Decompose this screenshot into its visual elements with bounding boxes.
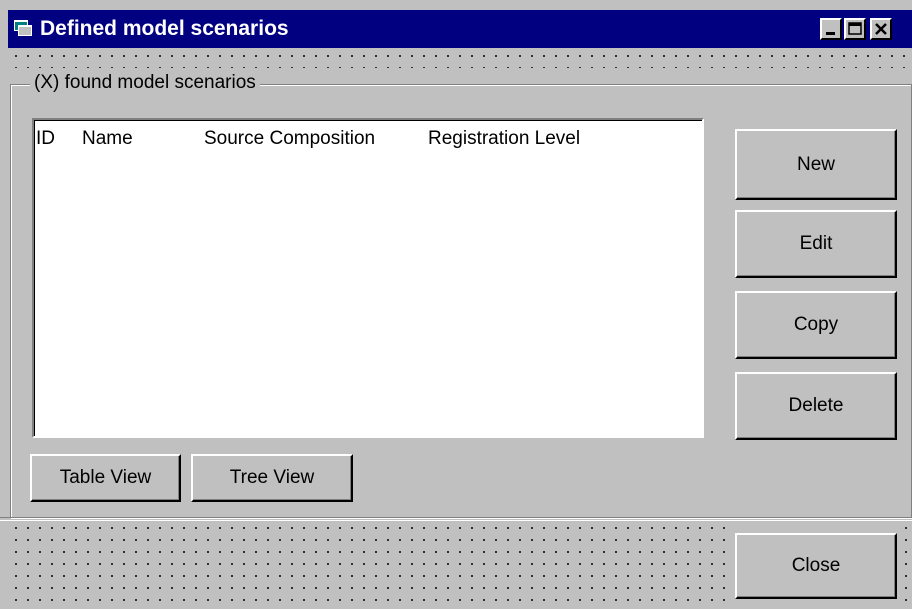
title-bar[interactable]: Defined model scenarios <box>8 10 912 48</box>
maximize-icon <box>848 22 862 35</box>
delete-button[interactable]: Delete <box>735 372 897 440</box>
window-title: Defined model scenarios <box>40 17 289 40</box>
column-header-source-composition[interactable]: Source Composition <box>204 127 375 151</box>
column-header-id[interactable]: ID <box>36 127 55 151</box>
close-window-button[interactable] <box>870 18 892 40</box>
tree-view-button[interactable]: Tree View <box>191 454 353 502</box>
column-header-registration-level[interactable]: Registration Level <box>428 127 580 151</box>
close-button[interactable]: Close <box>735 533 897 599</box>
minimize-icon <box>826 32 835 35</box>
window-app-icon <box>14 20 32 36</box>
table-view-button[interactable]: Table View <box>30 454 181 502</box>
main-window: Defined model scenarios (X) found model … <box>0 0 912 609</box>
new-button[interactable]: New <box>735 129 897 200</box>
edit-button[interactable]: Edit <box>735 210 897 278</box>
design-grid-bottom-right <box>898 520 912 609</box>
separator <box>0 517 912 521</box>
copy-button[interactable]: Copy <box>735 291 897 359</box>
frame-label: (X) found model scenarios <box>30 70 260 96</box>
maximize-button[interactable] <box>844 18 866 40</box>
design-grid-bottom <box>8 520 728 609</box>
design-grid-top <box>8 48 912 68</box>
minimize-button[interactable] <box>820 18 842 40</box>
scenarios-list[interactable]: ID Name Source Composition Registration … <box>32 118 704 438</box>
column-header-name[interactable]: Name <box>82 127 133 151</box>
close-icon <box>875 23 887 35</box>
